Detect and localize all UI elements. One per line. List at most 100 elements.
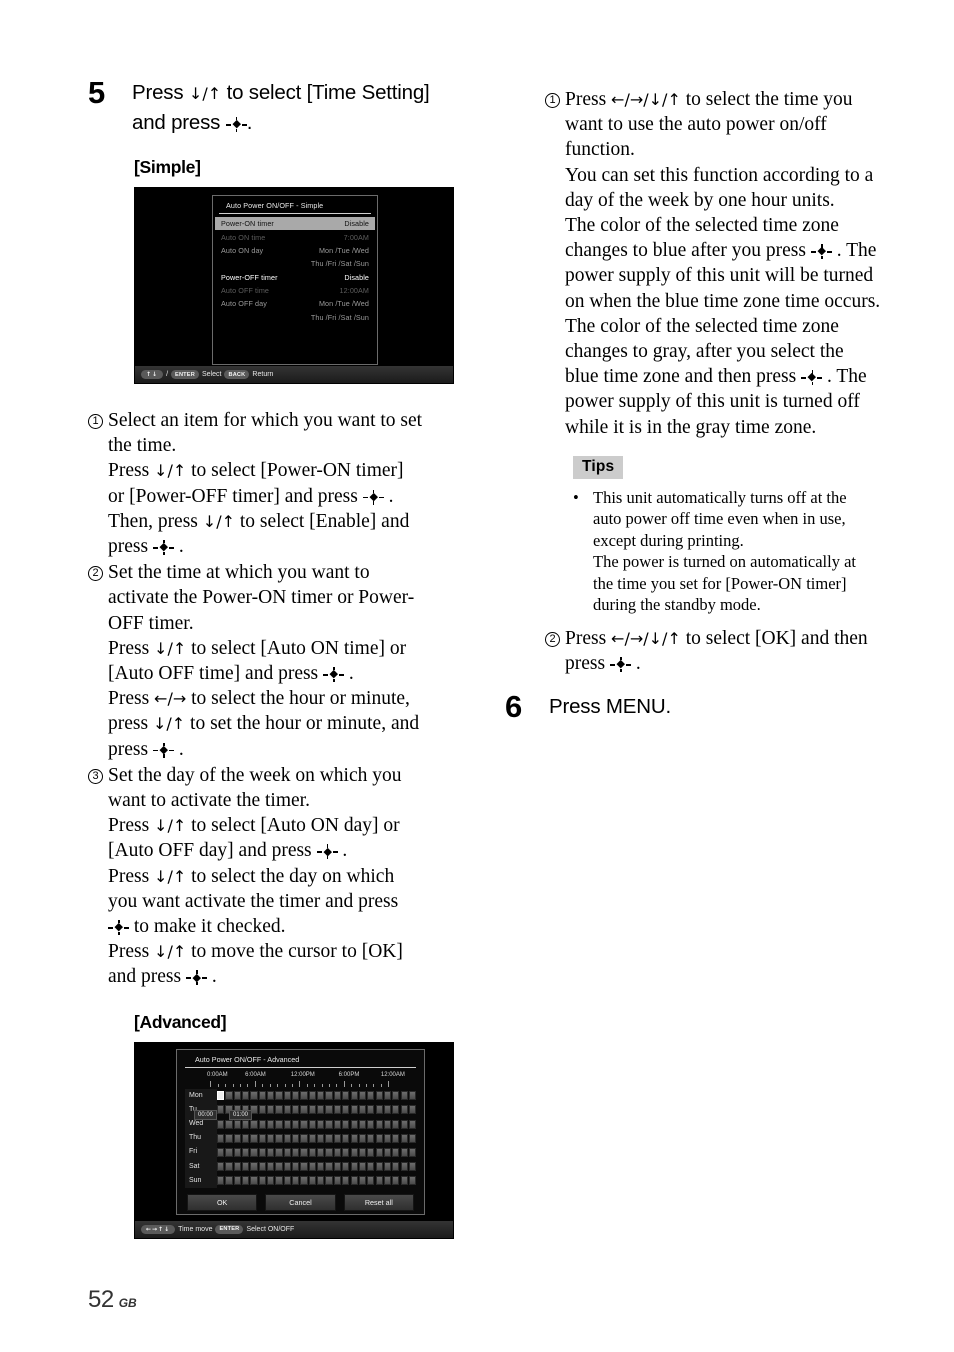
- schedule-cell[interactable]: [350, 1091, 358, 1101]
- schedule-cell[interactable]: [250, 1162, 258, 1172]
- schedule-cell[interactable]: [292, 1176, 300, 1186]
- schedule-cell[interactable]: [333, 1162, 342, 1172]
- schedule-cell[interactable]: [367, 1162, 375, 1172]
- schedule-cell[interactable]: [400, 1105, 408, 1115]
- schedule-cell[interactable]: [267, 1162, 275, 1172]
- schedule-cell[interactable]: [333, 1176, 342, 1186]
- schedule-cell[interactable]: [242, 1148, 250, 1158]
- schedule-cell[interactable]: [325, 1091, 333, 1101]
- schedule-cell[interactable]: [358, 1133, 367, 1143]
- schedule-cell[interactable]: [392, 1176, 400, 1186]
- schedule-cell[interactable]: [292, 1162, 300, 1172]
- schedule-cell[interactable]: [367, 1119, 375, 1129]
- schedule-cell[interactable]: [350, 1148, 358, 1158]
- schedule-cell[interactable]: [292, 1105, 300, 1115]
- schedule-cell[interactable]: [308, 1176, 317, 1186]
- schedule-cell[interactable]: [300, 1105, 308, 1115]
- schedule-cell[interactable]: [317, 1105, 325, 1115]
- schedule-cell[interactable]: [325, 1133, 333, 1143]
- schedule-cell[interactable]: [408, 1119, 417, 1129]
- schedule-cell[interactable]: [308, 1133, 317, 1143]
- schedule-cell[interactable]: [400, 1119, 408, 1129]
- schedule-cell[interactable]: [258, 1148, 266, 1158]
- schedule-cell[interactable]: [242, 1119, 250, 1129]
- schedule-cell[interactable]: [408, 1162, 417, 1172]
- schedule-cell[interactable]: [217, 1176, 225, 1186]
- schedule-cell[interactable]: [383, 1105, 392, 1115]
- schedule-cell[interactable]: [283, 1119, 291, 1129]
- schedule-cell[interactable]: [258, 1176, 266, 1186]
- schedule-cell[interactable]: [408, 1105, 417, 1115]
- schedule-cell[interactable]: [358, 1105, 367, 1115]
- schedule-cell[interactable]: [325, 1148, 333, 1158]
- schedule-cell[interactable]: [225, 1148, 233, 1158]
- schedule-cell[interactable]: [358, 1148, 367, 1158]
- schedule-cell[interactable]: [367, 1148, 375, 1158]
- schedule-cell[interactable]: [375, 1091, 383, 1101]
- schedule-cell[interactable]: [392, 1105, 400, 1115]
- schedule-cell[interactable]: [408, 1148, 417, 1158]
- schedule-cell[interactable]: [367, 1176, 375, 1186]
- schedule-cell[interactable]: [375, 1176, 383, 1186]
- schedule-cell[interactable]: [333, 1133, 342, 1143]
- schedule-cell[interactable]: [225, 1091, 233, 1101]
- schedule-cell[interactable]: [267, 1133, 275, 1143]
- schedule-cell[interactable]: [242, 1176, 250, 1186]
- schedule-cell[interactable]: [275, 1119, 283, 1129]
- schedule-cell[interactable]: [250, 1133, 258, 1143]
- schedule-row-fri[interactable]: Fri: [185, 1145, 417, 1160]
- schedule-cell[interactable]: [350, 1176, 358, 1186]
- schedule-cell[interactable]: [267, 1176, 275, 1186]
- schedule-cell[interactable]: [400, 1148, 408, 1158]
- schedule-row-mon[interactable]: Mon: [185, 1088, 417, 1103]
- schedule-cell[interactable]: [275, 1162, 283, 1172]
- schedule-cell[interactable]: [367, 1105, 375, 1115]
- schedule-cell[interactable]: [333, 1119, 342, 1129]
- schedule-cell[interactable]: [342, 1133, 350, 1143]
- schedule-cell[interactable]: [408, 1091, 417, 1101]
- schedule-cell[interactable]: [258, 1162, 266, 1172]
- schedule-cell[interactable]: [283, 1162, 291, 1172]
- schedule-cell[interactable]: [217, 1105, 225, 1115]
- osd-setting-row[interactable]: Auto OFF day Mon /Tue /Wed: [213, 297, 377, 310]
- schedule-cell[interactable]: [292, 1148, 300, 1158]
- schedule-cell[interactable]: [225, 1133, 233, 1143]
- schedule-cell[interactable]: [233, 1133, 241, 1143]
- schedule-cell[interactable]: [317, 1091, 325, 1101]
- schedule-cell[interactable]: [408, 1133, 417, 1143]
- schedule-cell[interactable]: [217, 1162, 225, 1172]
- schedule-cell[interactable]: [350, 1162, 358, 1172]
- schedule-cell[interactable]: [275, 1148, 283, 1158]
- schedule-cell[interactable]: [233, 1091, 241, 1101]
- schedule-cell[interactable]: [258, 1091, 266, 1101]
- schedule-cell[interactable]: [242, 1162, 250, 1172]
- schedule-cell[interactable]: [317, 1162, 325, 1172]
- schedule-cell[interactable]: [358, 1162, 367, 1172]
- schedule-cell[interactable]: [375, 1133, 383, 1143]
- schedule-cell[interactable]: [358, 1091, 367, 1101]
- schedule-cell[interactable]: [375, 1119, 383, 1129]
- schedule-cell[interactable]: [342, 1148, 350, 1158]
- schedule-cell[interactable]: [392, 1148, 400, 1158]
- osd-setting-row[interactable]: Thu /Fri /Sat /Sun: [213, 311, 377, 324]
- schedule-cell[interactable]: [300, 1162, 308, 1172]
- schedule-row-sat[interactable]: Sat: [185, 1159, 417, 1174]
- schedule-cell[interactable]: [408, 1176, 417, 1186]
- schedule-cell[interactable]: [325, 1119, 333, 1129]
- schedule-cell[interactable]: [400, 1176, 408, 1186]
- osd-setting-row[interactable]: Auto ON day Mon /Tue /Wed: [213, 244, 377, 257]
- schedule-cell[interactable]: [375, 1162, 383, 1172]
- schedule-cell[interactable]: [400, 1091, 408, 1101]
- schedule-cell[interactable]: [325, 1162, 333, 1172]
- schedule-cell[interactable]: [292, 1119, 300, 1129]
- schedule-cell[interactable]: [342, 1091, 350, 1101]
- schedule-cell[interactable]: [400, 1133, 408, 1143]
- schedule-cell[interactable]: [283, 1176, 291, 1186]
- schedule-cell[interactable]: [217, 1148, 225, 1158]
- schedule-cell[interactable]: [292, 1133, 300, 1143]
- schedule-cell[interactable]: [250, 1176, 258, 1186]
- schedule-cell[interactable]: [350, 1105, 358, 1115]
- schedule-cell[interactable]: [217, 1119, 225, 1129]
- schedule-cell[interactable]: [400, 1162, 408, 1172]
- schedule-cell[interactable]: [267, 1119, 275, 1129]
